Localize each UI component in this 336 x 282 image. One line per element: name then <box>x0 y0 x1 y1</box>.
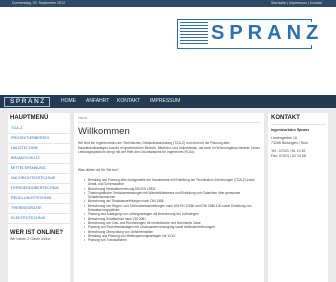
site-header: SPRANZ <box>0 7 336 95</box>
contact-name: Ingenieurbüro Spranz <box>271 128 310 132</box>
main-content: Home Willkommen Wir sind ein Ingenieurbü… <box>74 113 264 282</box>
main-nav: SPRANZ HOME ANFAHRT KONTAKT IMPRESSUM <box>0 95 336 108</box>
contact-heading: KONTAKT <box>271 115 300 121</box>
sidebar-item-haustechnik[interactable]: HAUSTECHNIK <box>8 144 70 154</box>
current-date: Donnerstag, 20. September 2012 <box>12 1 66 5</box>
nav-logo-text: SPRANZ <box>10 98 46 105</box>
breadcrumb-divider <box>78 122 260 123</box>
sidebar-item-mittelspannung[interactable]: MITTELSPANNUNG <box>8 164 70 174</box>
sidebar-item-nachrichtentechnik[interactable]: NACHRICHTENTECHNIK <box>8 174 70 184</box>
sidebar: HAUPTMENÜ TGA-Z PROJEKTIERBEREIG HAUSTEC… <box>8 113 70 282</box>
online-heading: WER IST ONLINE? <box>10 230 63 236</box>
list-item: Beratung und Planung allen Anlagenteile … <box>84 178 260 187</box>
contact-panel: KONTAKT Ingenieurbüro Spranz Lindengarte… <box>268 113 328 282</box>
intro-text: Wir sind ein Ingenieurbüro der Technisch… <box>78 141 260 155</box>
list-item: Berechnung von Regen- und Schmutzwasserl… <box>84 204 260 213</box>
sidebar-item-elektrotechnik[interactable]: ELEKTROTECHNIK <box>8 214 70 224</box>
sidebar-item-brandschutz[interactable]: BRANDSCHUTZ <box>8 154 70 164</box>
logo-text: SPRANZ <box>208 22 327 45</box>
sidebar-item-tga-z[interactable]: TGA-Z <box>8 124 70 134</box>
site-logo[interactable]: SPRANZ <box>177 19 327 49</box>
sidebar-item-thermografie[interactable]: THERMOGRAFIE <box>8 204 70 214</box>
sidebar-item-regelungstechnik[interactable]: REGELUNGSTECHNIK <box>8 194 70 204</box>
contact-divider <box>270 124 326 125</box>
nav-item-impressum[interactable]: IMPRESSUM <box>150 95 180 108</box>
nav-item-home[interactable]: HOME <box>61 95 76 108</box>
services-list: Beratung und Planung allen Anlagenteile … <box>84 178 260 243</box>
sidebar-heading: HAUPTMENÜ <box>10 115 49 121</box>
contact-city: 73266 Bissingen / Teck <box>271 141 308 145</box>
nav-item-kontakt[interactable]: KONTAKT <box>117 95 140 108</box>
top-links[interactable]: Startseite | Impressum | Kontakt <box>271 0 322 7</box>
top-bar: Donnerstag, 20. September 2012 Startseit… <box>0 0 336 7</box>
breadcrumb[interactable]: Home <box>78 116 87 120</box>
nav-item-anfahrt[interactable]: ANFAHRT <box>86 95 109 108</box>
list-item: Planung von Trafostationen <box>84 238 260 243</box>
contact-fax: Fax: 07023 / 61 14 08 <box>271 154 306 158</box>
nav-logo[interactable]: SPRANZ <box>4 97 50 107</box>
sidebar-item-fernsehdubertechnik[interactable]: FERNSEHDÜBERTECHNIK <box>8 184 70 194</box>
online-text: Wir haben 2 Gäste online <box>10 237 51 241</box>
list-item: Thermografische Gebäudemessungen mit Wär… <box>84 191 260 200</box>
sidebar-item-projektierbereig[interactable]: PROJEKTIERBEREIG <box>8 134 70 144</box>
page-title: Willkommen <box>78 126 130 137</box>
page: Donnerstag, 20. September 2012 Startseit… <box>0 0 336 282</box>
services-question: Was dürfen wir für Sie tun? <box>78 168 119 172</box>
